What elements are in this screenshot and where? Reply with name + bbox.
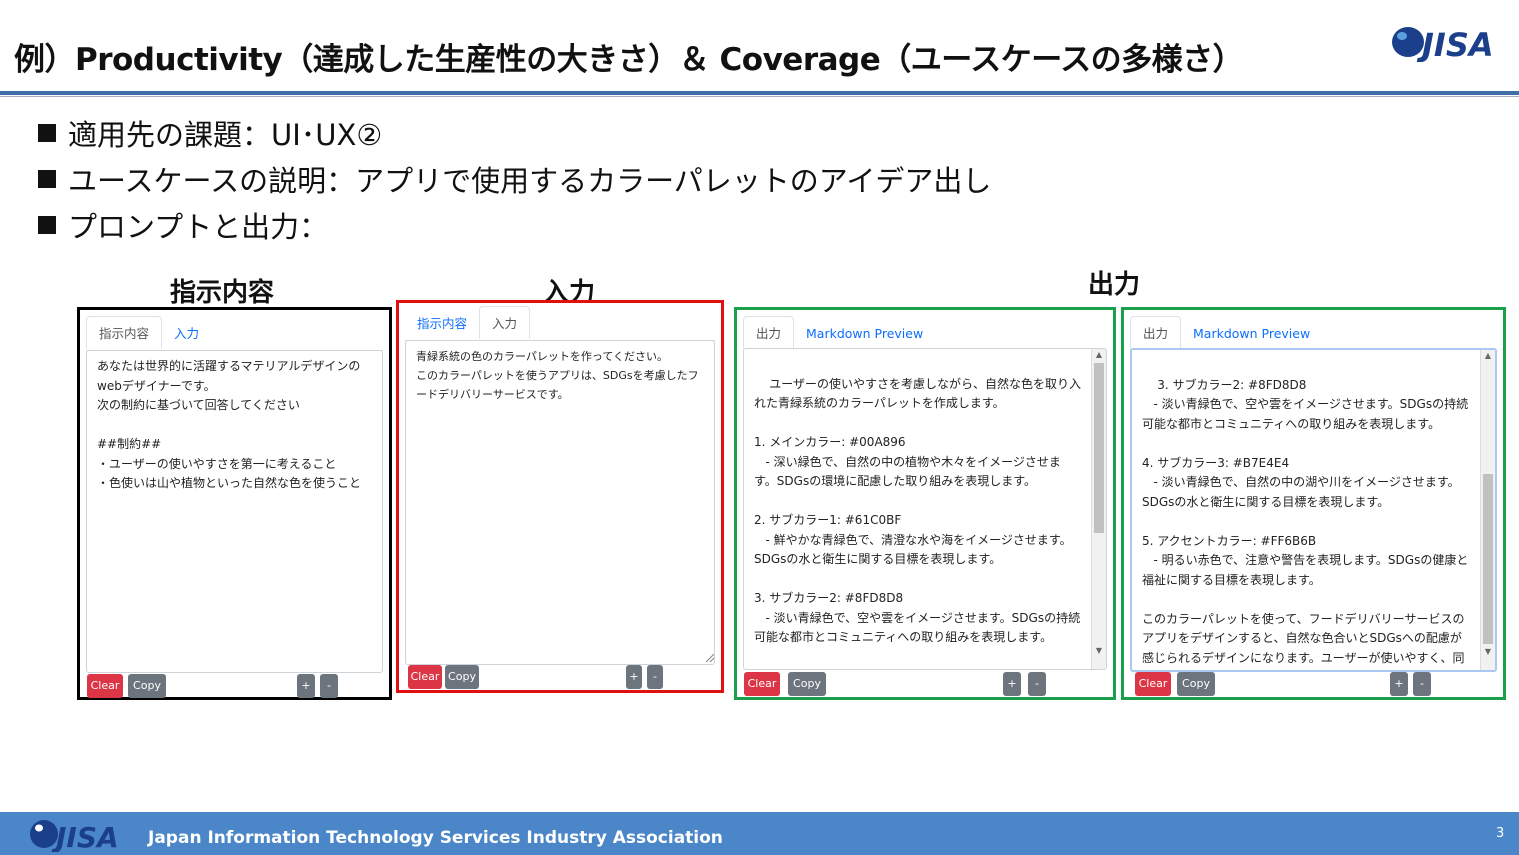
scroll-up-icon[interactable]: ▲ [1481,350,1495,362]
increase-button[interactable]: + [1003,672,1021,696]
bullet-usecase: ユースケースの説明：アプリで使用するカラーパレットのアイデア出し [38,158,991,204]
output-textarea[interactable]: ユーザーの使いやすさを考慮しながら、自然な色を取り入れた青緑系統のカラーパレット… [743,348,1107,670]
square-bullet-icon [38,170,56,188]
page-number: 3 [1496,826,1505,841]
instruction-textarea[interactable]: あなたは世界的に活躍するマテリアルデザインのwebデザイナーです。 次の制約に基… [86,350,383,673]
footer-logo-text: JISA [51,821,119,852]
copy-button[interactable]: Copy [128,674,166,698]
tab-instruction[interactable]: 指示内容 [86,316,163,349]
bullet-list: 適用先の課題：UI･UX② ユースケースの説明：アプリで使用するカラーパレットの… [38,112,991,250]
square-bullet-icon [38,216,56,234]
tab-input[interactable]: 入力 [479,306,531,339]
increase-button[interactable]: + [297,674,315,698]
title-rule-thin [0,96,1519,97]
bullet-issue: 適用先の課題：UI･UX② [38,112,991,158]
tab-output[interactable]: 出力 [1130,316,1182,349]
resize-grip-icon[interactable] [706,654,714,662]
output-panel-2: 出力 Markdown Preview 3. サブカラー2: #8FD8D8 - … [1121,307,1506,700]
tab-bar: 出力 Markdown Preview [1130,316,1497,351]
tab-markdown-preview[interactable]: Markdown Preview [794,317,935,350]
label-instruction: 指示内容 [170,278,275,308]
footer-organization: Japan Information Technology Services In… [148,828,723,848]
title-rule [0,91,1519,95]
copy-button[interactable]: Copy [445,665,479,689]
decrease-button[interactable]: - [647,665,663,689]
bullet-prompt: プロンプトと出力： [38,204,991,250]
input-panel: 指示内容 入力 青緑系統の色のカラーパレットを作ってください。 このカラーパレット… [396,300,724,693]
decrease-button[interactable]: - [320,674,338,698]
decrease-button[interactable]: - [1413,672,1431,696]
square-bullet-icon [38,124,56,142]
instruction-panel: 指示内容 入力 あなたは世界的に活躍するマテリアルデザインのwebデザイナーです。… [77,307,392,700]
tab-markdown-preview[interactable]: Markdown Preview [1181,317,1322,350]
clear-button[interactable]: Clear [744,672,780,696]
scrollbar[interactable]: ▲ ▼ [1091,349,1106,669]
tab-bar: 指示内容 入力 [405,306,715,341]
copy-button[interactable]: Copy [788,672,826,696]
slide-title: 例）Productivity（達成した生産性の大きさ）＆ Coverage（ユー… [14,42,1244,78]
clear-button[interactable]: Clear [408,665,442,689]
increase-button[interactable]: + [1390,672,1408,696]
scroll-thumb[interactable] [1483,474,1493,644]
tab-bar: 出力 Markdown Preview [743,316,1107,351]
output-text: 3. サブカラー2: #8FD8D8 - 淡い青緑色で、空や雲をイメージさせます… [1142,377,1469,665]
tab-instruction[interactable]: 指示内容 [405,307,479,340]
scroll-down-icon[interactable]: ▼ [1092,645,1106,657]
decrease-button[interactable]: - [1028,672,1046,696]
input-textarea[interactable]: 青緑系統の色のカラーパレットを作ってください。 このカラーパレットを使うアプリは… [405,340,715,665]
output-text: ユーザーの使いやすさを考慮しながら、自然な色を取り入れた青緑系統のカラーパレット… [754,376,1082,645]
copy-button[interactable]: Copy [1177,672,1215,696]
scroll-up-icon[interactable]: ▲ [1092,349,1106,361]
tab-bar: 指示内容 入力 [86,316,383,351]
jisa-logo: JISA [1392,26,1494,62]
clear-button[interactable]: Clear [1135,672,1171,696]
scroll-thumb[interactable] [1094,363,1104,533]
clear-button[interactable]: Clear [87,674,123,698]
tab-output[interactable]: 出力 [743,316,795,349]
scrollbar[interactable]: ▲ ▼ [1480,350,1495,670]
increase-button[interactable]: + [626,665,642,689]
output-panel-1: 出力 Markdown Preview ユーザーの使いやすさを考慮しながら、自然な… [734,307,1116,700]
jisa-footer-logo: JISA [30,820,119,852]
scroll-down-icon[interactable]: ▼ [1481,646,1495,658]
tab-input[interactable]: 入力 [162,317,211,350]
logo-text: JISA [1416,26,1494,62]
output-textarea[interactable]: 3. サブカラー2: #8FD8D8 - 淡い青緑色で、空や雲をイメージさせます… [1130,348,1497,672]
label-output: 出力 [1088,270,1141,300]
